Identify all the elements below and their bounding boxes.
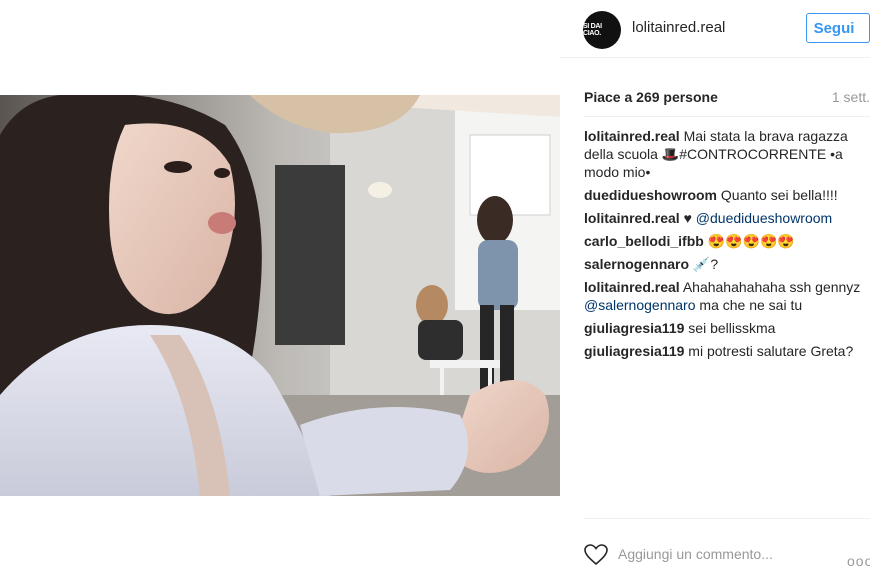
comment-text: 😍😍😍😍😍 xyxy=(707,233,795,249)
divider xyxy=(584,518,870,519)
comment-item: duedidueshowroom Quanto sei bella!!!! xyxy=(584,186,870,204)
mention-link[interactable]: @duedidueshowroom xyxy=(696,210,832,226)
comment-item: carlo_bellodi_ifbb 😍😍😍😍😍 xyxy=(584,232,870,250)
post-sidebar: SI DAI CIAO. lolitainred.real Segui Piac… xyxy=(560,0,870,572)
likes-count[interactable]: Piace a 269 persone xyxy=(584,89,718,105)
comment-item: giuliagresia119 sei bellisskma xyxy=(584,319,870,337)
follow-button[interactable]: Segui xyxy=(806,13,870,43)
post-photo[interactable] xyxy=(0,95,560,496)
comment-username[interactable]: lolitainred.real xyxy=(584,279,680,295)
comment-username[interactable]: salernogennaro xyxy=(584,256,689,272)
comment-username[interactable]: lolitainred.real xyxy=(584,210,680,226)
comment-text: 💉? xyxy=(692,256,719,272)
comment-text: ma che ne sai tu xyxy=(699,297,803,313)
more-dots-icon[interactable]: ooo xyxy=(847,553,870,569)
add-comment-input[interactable]: Aggiungi un commento... xyxy=(618,546,773,562)
username-link[interactable]: lolitainred.real xyxy=(632,19,725,36)
comment-text: Ahahahahahaha ssh gennyz xyxy=(682,279,861,295)
divider xyxy=(584,116,870,117)
comment-item: salernogennaro 💉? xyxy=(584,255,870,273)
photo-illustration xyxy=(0,95,560,496)
mention-link[interactable]: @salernogennaro xyxy=(584,297,696,313)
comment-username[interactable]: carlo_bellodi_ifbb xyxy=(584,233,704,249)
comment-text: mi potresti salutare Greta? xyxy=(688,343,854,359)
comment-username[interactable]: giuliagresia119 xyxy=(584,343,684,359)
heart-emoji: ♥ xyxy=(683,210,692,226)
avatar[interactable]: SI DAI CIAO. xyxy=(583,11,621,49)
photo-area xyxy=(0,0,560,572)
post-header: SI DAI CIAO. lolitainred.real Segui xyxy=(560,0,870,58)
comment-username[interactable]: giuliagresia119 xyxy=(584,320,684,336)
comment-username[interactable]: duedidueshowroom xyxy=(584,187,717,203)
comment-text: Quanto sei bella!!!! xyxy=(720,187,838,203)
comment-item: lolitainred.real ♥ @duedidueshowroom xyxy=(584,209,870,227)
post-timestamp[interactable]: 1 sett. xyxy=(832,89,870,105)
comment-text: sei bellisskma xyxy=(688,320,776,336)
comment-item: lolitainred.real Ahahahahahaha ssh genny… xyxy=(584,278,870,314)
comment-username[interactable]: lolitainred.real xyxy=(584,128,680,144)
comment-list: lolitainred.real Mai stata la brava raga… xyxy=(584,127,870,365)
heart-outline-icon[interactable] xyxy=(584,544,608,566)
comment-item: lolitainred.real Mai stata la brava raga… xyxy=(584,127,870,181)
comment-item: giuliagresia119 mi potresti salutare Gre… xyxy=(584,342,870,360)
